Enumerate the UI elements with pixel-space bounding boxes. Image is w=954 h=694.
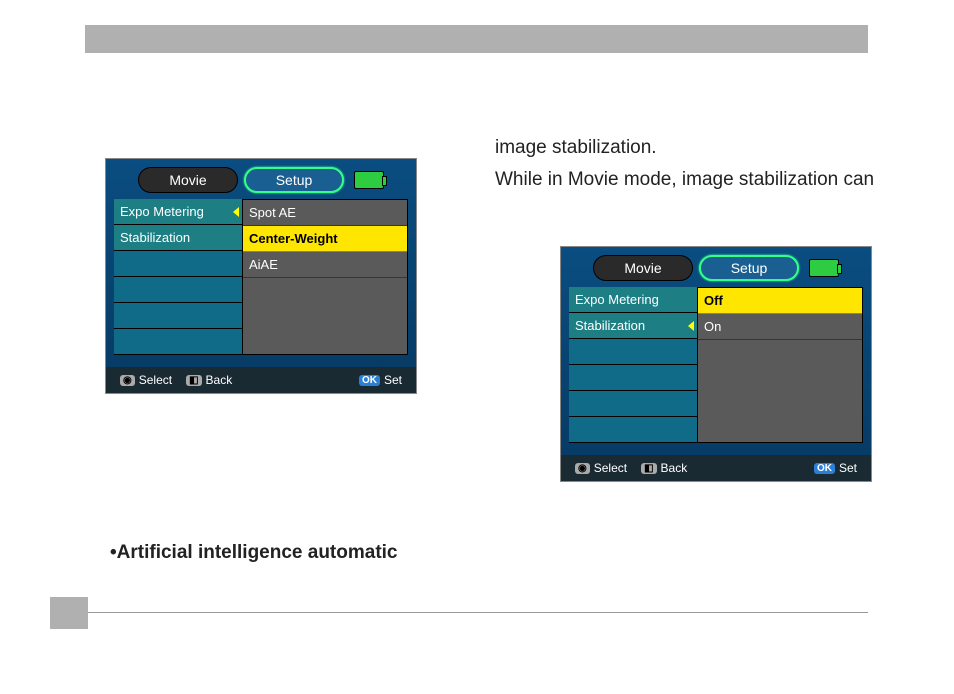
ok-icon: OK — [359, 375, 380, 386]
footer-back: ◧Back — [641, 461, 687, 475]
menu-item-stabilization[interactable]: Stabilization — [569, 313, 697, 339]
footer-bar: ◉Select ◧Back OKSet — [561, 455, 871, 481]
back-icon: ◧ — [641, 463, 656, 474]
menu-item-empty — [569, 365, 697, 391]
footer-back: ◧Back — [186, 373, 232, 387]
menu-item-empty — [569, 339, 697, 365]
footer-set: OKSet — [359, 373, 402, 387]
page-number-box — [50, 597, 88, 629]
footer-bar: ◉Select ◧Back OKSet — [106, 367, 416, 393]
option-center-weight[interactable]: Center-Weight — [243, 226, 407, 252]
menu-item-expo-metering[interactable]: Expo Metering — [114, 199, 242, 225]
menu-item-empty — [114, 329, 242, 355]
option-aiae[interactable]: AiAE — [243, 252, 407, 278]
footer-set: OKSet — [814, 461, 857, 475]
menu-right-column: Spot AE Center-Weight AiAE — [242, 199, 408, 355]
menu-item-stabilization[interactable]: Stabilization — [114, 225, 242, 251]
menu-item-empty — [569, 391, 697, 417]
menu-left-column: Expo Metering Stabilization — [569, 287, 697, 443]
back-icon: ◧ — [186, 375, 201, 386]
ok-icon: OK — [814, 463, 835, 474]
header-bar — [85, 25, 868, 53]
footer-select: ◉Select — [575, 461, 627, 475]
tab-bar: Movie Setup — [561, 255, 871, 281]
tab-movie[interactable]: Movie — [138, 167, 238, 193]
menu-left-column: Expo Metering Stabilization — [114, 199, 242, 355]
camera-menu-screenshot-2: Movie Setup Expo Metering Stabilization … — [560, 246, 872, 482]
battery-icon — [354, 171, 384, 189]
option-off[interactable]: Off — [698, 288, 862, 314]
camera-menu-screenshot-1: Movie Setup Expo Metering Stabilization … — [105, 158, 417, 394]
menu-item-empty — [114, 251, 242, 277]
tab-setup[interactable]: Setup — [244, 167, 344, 193]
body-text-2: While in Movie mode, image stabilization… — [495, 164, 874, 196]
footer-rule — [88, 612, 868, 613]
dpad-icon: ◉ — [120, 375, 135, 386]
tab-setup[interactable]: Setup — [699, 255, 799, 281]
menu-item-empty — [569, 417, 697, 443]
footer-select: ◉Select — [120, 373, 172, 387]
body-text-1: image stabilization. — [495, 132, 657, 164]
menu-item-expo-metering[interactable]: Expo Metering — [569, 287, 697, 313]
tab-movie[interactable]: Movie — [593, 255, 693, 281]
tab-bar: Movie Setup — [106, 167, 416, 193]
bullet-aiae: •Artificial intelligence automatic — [110, 542, 398, 564]
menu-item-empty — [114, 303, 242, 329]
option-spot-ae[interactable]: Spot AE — [243, 200, 407, 226]
menu-item-empty — [114, 277, 242, 303]
option-on[interactable]: On — [698, 314, 862, 340]
battery-icon — [809, 259, 839, 277]
dpad-icon: ◉ — [575, 463, 590, 474]
menu-right-column: Off On — [697, 287, 863, 443]
